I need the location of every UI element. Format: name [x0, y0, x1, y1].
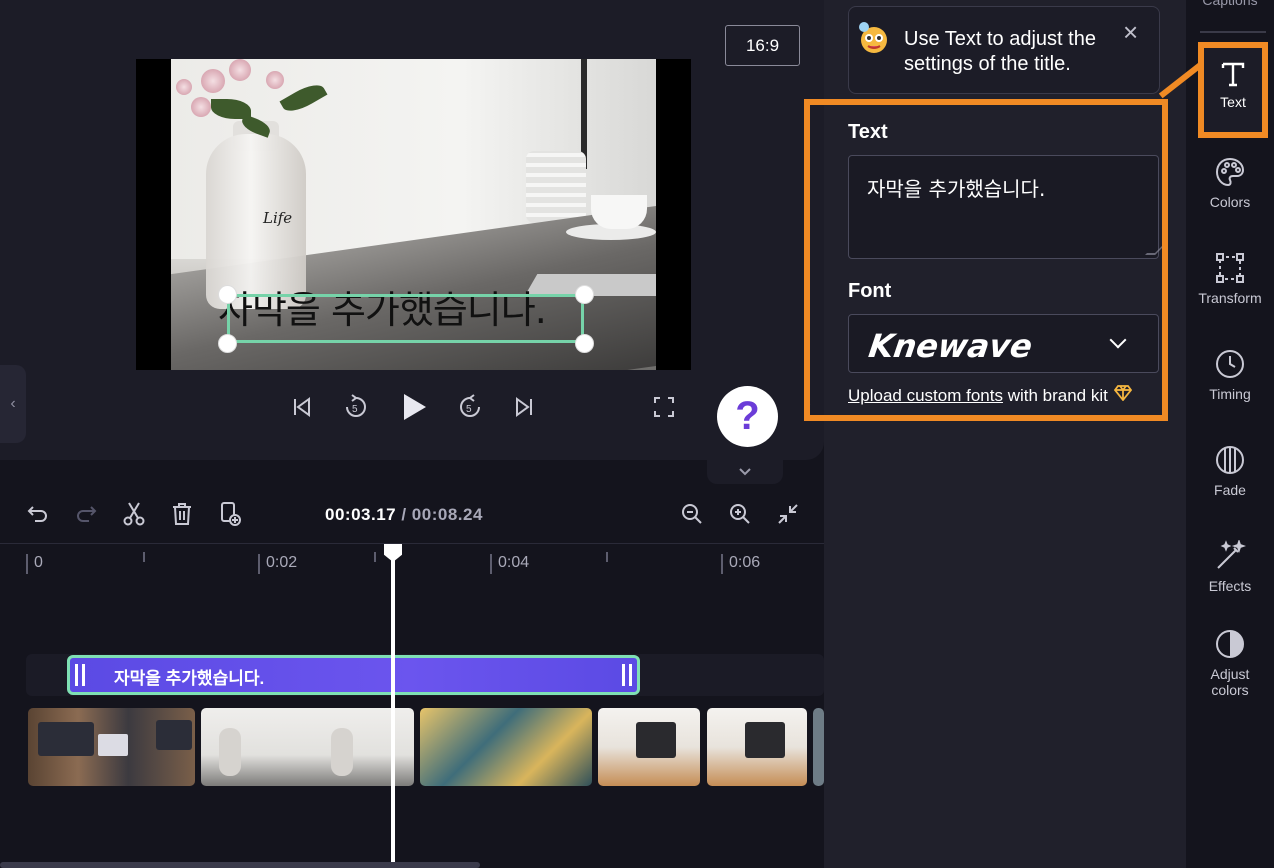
video-clip-vase[interactable] [201, 708, 414, 786]
smiley-icon [857, 21, 891, 63]
caption-selection-box[interactable] [227, 294, 584, 343]
caption-clip[interactable]: 자막을 추가했습니다. [67, 655, 640, 695]
current-time: 00:03.17 [325, 505, 397, 524]
vase-print: Life [263, 209, 293, 227]
transform-icon [1216, 253, 1244, 283]
clip-trim-left-handle[interactable] [75, 664, 85, 686]
forward-5-icon[interactable]: 5 [454, 390, 486, 424]
resize-handle-bottom-right[interactable] [575, 334, 594, 353]
clock-icon [1216, 350, 1244, 378]
tool-timing[interactable]: Timing [1186, 348, 1274, 438]
resize-handle-bottom-left[interactable] [218, 334, 237, 353]
aspect-ratio-button[interactable]: 16:9 [725, 25, 800, 66]
timecode: 00:03.17 / 00:08.24 [325, 505, 483, 524]
svg-text:5: 5 [466, 404, 472, 415]
zoom-out-icon[interactable] [676, 498, 708, 530]
left-panel-toggle[interactable]: ‹ [0, 365, 26, 443]
fade-icon [1216, 446, 1244, 474]
help-button[interactable]: ? [717, 386, 778, 447]
resize-handle-top-left[interactable] [218, 285, 237, 304]
total-time: 00:08.24 [411, 505, 483, 524]
captions-tab-label[interactable]: Captions [1186, 0, 1274, 8]
rewind-5-icon[interactable]: 5 [340, 390, 372, 424]
tool-text[interactable]: Text [1198, 42, 1268, 138]
text-icon [1221, 62, 1245, 87]
delete-icon[interactable] [166, 498, 198, 530]
video-clip-partial[interactable] [813, 708, 824, 786]
highlight-annotation-box [804, 99, 1168, 421]
svg-text:5: 5 [352, 404, 358, 415]
play-icon[interactable] [396, 390, 432, 424]
tool-adjust-colors[interactable]: Adjust colors [1186, 628, 1274, 708]
redo-icon[interactable] [70, 498, 102, 530]
tool-fade[interactable]: Fade [1186, 444, 1274, 534]
timeline-ruler[interactable]: 0 0:02 0:04 0:06 [0, 546, 824, 576]
playhead[interactable] [391, 544, 395, 868]
video-clip-laptop-desk[interactable] [28, 708, 195, 786]
fit-timeline-icon[interactable] [772, 498, 804, 530]
timeline-toolbar: 00:03.17 / 00:08.24 [0, 484, 824, 544]
close-icon[interactable]: × [1123, 17, 1138, 48]
preview-panel: 16:9 Life 자막을 추가했습니다. 5 5 ? [0, 0, 824, 460]
undo-icon[interactable] [22, 498, 54, 530]
clip-trim-right-handle[interactable] [622, 664, 632, 686]
caption-clip-label: 자막을 추가했습니다. [114, 669, 265, 688]
adjust-colors-icon [1216, 630, 1244, 658]
split-scissors-icon[interactable] [118, 498, 150, 530]
magic-wand-icon [1217, 540, 1246, 569]
timeline-scrollbar[interactable] [0, 862, 480, 868]
video-clip-laptop-2[interactable] [707, 708, 807, 786]
video-clip-laptop-1[interactable] [598, 708, 700, 786]
tooltip-message: Use Text to adjust the settings of the t… [904, 28, 1096, 75]
video-clip-workspace[interactable] [420, 708, 592, 786]
tool-transform[interactable]: Transform [1186, 252, 1274, 342]
resize-handle-top-right[interactable] [575, 285, 594, 304]
palette-icon [1215, 157, 1245, 187]
fullscreen-icon[interactable] [648, 390, 680, 424]
zoom-in-icon[interactable] [724, 498, 756, 530]
onboarding-tooltip: Use Text to adjust the settings of the t… [848, 6, 1160, 94]
skip-to-end-icon[interactable] [508, 390, 540, 424]
skip-to-start-icon[interactable] [286, 390, 318, 424]
tool-colors[interactable]: Colors [1186, 156, 1274, 246]
duplicate-icon[interactable] [214, 498, 246, 530]
timeline: 00:03.17 / 00:08.24 0 0:02 0:04 0:06 자막을… [0, 484, 824, 868]
tool-effects[interactable]: Effects [1186, 540, 1274, 630]
collapse-preview-button[interactable] [707, 460, 783, 484]
